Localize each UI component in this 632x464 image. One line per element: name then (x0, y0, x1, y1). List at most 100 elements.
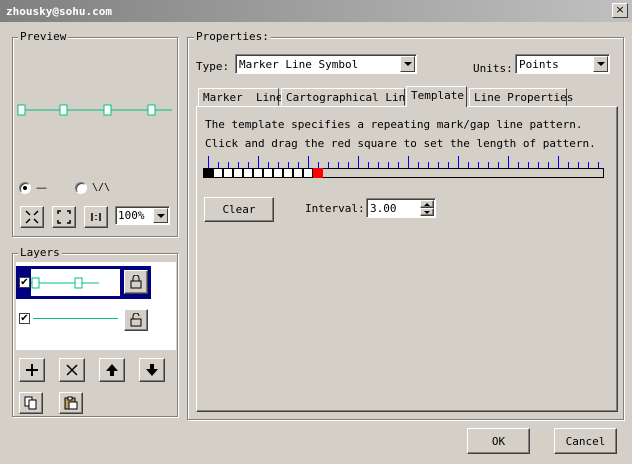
move-up-button[interactable] (99, 358, 125, 382)
preview-label: Preview (18, 30, 69, 43)
spin-up-icon[interactable] (420, 200, 434, 208)
units-value: Points (519, 58, 559, 71)
tab-label: Template (411, 89, 464, 102)
actual-size-icon (91, 213, 101, 221)
template-length-handle[interactable] (313, 168, 323, 178)
zoom-fit-button[interactable] (52, 206, 76, 228)
fit-icon (57, 210, 71, 224)
ruler-tick (568, 162, 569, 168)
tab-template[interactable]: Template (406, 86, 467, 107)
units-select[interactable]: Points (515, 54, 610, 74)
paste-layer-button[interactable] (59, 392, 83, 414)
move-down-button[interactable] (139, 358, 165, 382)
copy-icon (24, 396, 37, 410)
ruler-tick (588, 162, 589, 168)
ruler-tick (368, 162, 369, 168)
interval-spinner[interactable]: 3.00 (366, 198, 436, 218)
cancel-button[interactable]: Cancel (554, 428, 617, 454)
ruler-tick (398, 162, 399, 168)
template-gap-cell[interactable] (213, 168, 223, 178)
ruler-tick (408, 156, 409, 168)
copy-layer-button[interactable] (19, 392, 43, 414)
template-gap-cell[interactable] (283, 168, 293, 178)
tab-marker-line[interactable]: Marker Line (198, 88, 282, 106)
ruler-tick (518, 162, 519, 168)
tab-label: Cartographical Line (286, 91, 412, 104)
layer-2-symbol (33, 318, 118, 319)
layer-1-checkbox[interactable]: ✔ (19, 277, 30, 288)
interval-label: Interval: (305, 202, 365, 215)
template-gap-cell[interactable] (273, 168, 283, 178)
ruler-tick (508, 156, 509, 168)
template-description-2: Click and drag the red square to set the… (205, 137, 596, 150)
arrow-up-icon (106, 364, 118, 376)
template-gap-cell[interactable] (243, 168, 253, 178)
paste-icon (64, 396, 78, 410)
arrow-down-icon (146, 364, 158, 376)
ruler-tick (418, 162, 419, 168)
zoom-value: 100% (118, 209, 145, 222)
ruler-tick (498, 162, 499, 168)
layer-2-checkbox[interactable]: ✔ (19, 313, 30, 324)
ruler-tick (468, 162, 469, 168)
preview-mark (17, 104, 26, 116)
plus-icon (26, 364, 38, 376)
layer-1-symbol (31, 277, 99, 289)
window-title: zhousky@sohu.com (6, 5, 112, 18)
ruler-tick (258, 156, 259, 168)
template-gap-cell[interactable] (303, 168, 313, 178)
chevron-down-icon[interactable] (400, 56, 415, 72)
layers-label: Layers (18, 246, 62, 259)
ruler-tick (378, 162, 379, 168)
zoom-select[interactable]: 100% (115, 206, 170, 225)
ruler-tick (348, 162, 349, 168)
preview-mark (147, 104, 156, 116)
ruler-tick (328, 162, 329, 168)
add-layer-button[interactable] (19, 358, 45, 382)
properties-label: Properties: (194, 30, 271, 43)
template-description-1: The template specifies a repeating mark/… (205, 118, 583, 131)
delete-icon (66, 364, 78, 376)
tab-line-properties[interactable]: Line Properties (469, 88, 573, 106)
chevron-down-icon[interactable] (153, 208, 168, 223)
radio-straight-line[interactable] (19, 182, 31, 194)
type-select[interactable]: Marker Line Symbol (235, 54, 417, 74)
lock-icon (130, 275, 142, 289)
delete-layer-button[interactable] (59, 358, 85, 382)
title-bar: zhousky@sohu.com (0, 0, 632, 22)
tab-label: Line Properties (474, 91, 574, 104)
actual-size-button[interactable] (84, 206, 108, 228)
preview-mark (59, 104, 68, 116)
preview-mark (103, 104, 112, 116)
template-gap-cell[interactable] (263, 168, 273, 178)
close-icon[interactable]: × (612, 3, 628, 18)
ruler-tick (338, 162, 339, 168)
clear-button[interactable]: Clear (204, 197, 274, 222)
preview-canvas (17, 104, 172, 116)
straight-line-icon: — (36, 181, 47, 194)
template-mark-cell[interactable] (203, 168, 213, 178)
template-gap-cell[interactable] (293, 168, 303, 178)
template-tab-panel (196, 106, 618, 412)
ruler-tick (598, 162, 599, 168)
layer-2-lock-button[interactable] (124, 309, 148, 331)
zoom-in-button[interactable] (20, 206, 44, 228)
ok-button[interactable]: OK (467, 428, 530, 454)
template-gap-cell[interactable] (233, 168, 243, 178)
layer-1-lock-button[interactable] (124, 270, 148, 294)
ruler-tick (528, 162, 529, 168)
ruler-tick (558, 156, 559, 168)
zoom-in-icon (25, 210, 39, 224)
ruler-tick (428, 162, 429, 168)
ruler-tick (478, 162, 479, 168)
ruler-tick (458, 156, 459, 168)
radio-zigzag-line[interactable] (75, 182, 87, 194)
ruler-tick (538, 162, 539, 168)
spin-down-icon[interactable] (420, 208, 434, 216)
tab-cartographical-line[interactable]: Cartographical Line (281, 88, 412, 106)
ruler-tick (488, 162, 489, 168)
template-gap-cell[interactable] (223, 168, 233, 178)
template-gap-cell[interactable] (253, 168, 263, 178)
chevron-down-icon[interactable] (593, 56, 608, 72)
ruler-tick (208, 156, 209, 168)
